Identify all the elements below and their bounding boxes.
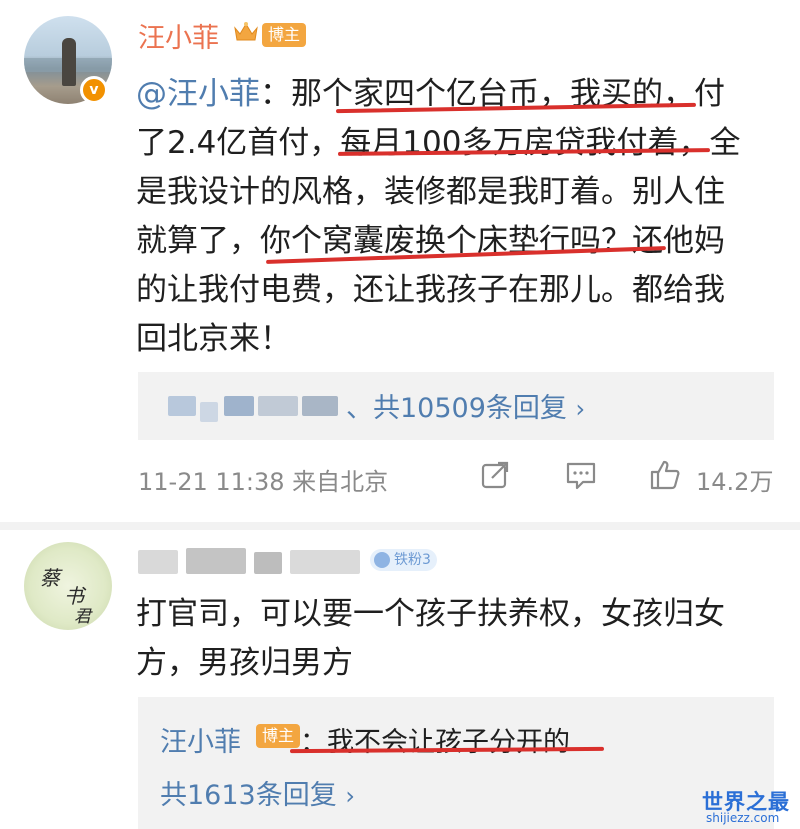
comment-line-1: 打官司，可以要一个孩子扶养权，女孩归女 bbox=[136, 596, 725, 632]
post-source: 来自北京 bbox=[292, 468, 389, 496]
blurred-names bbox=[138, 550, 178, 574]
comment-text: 打官司，可以要一个孩子扶养权，女孩归女 方，男孩归男方 bbox=[136, 590, 786, 688]
sub-reply-author-tag: 博主 bbox=[256, 724, 301, 748]
fan-badge-icon bbox=[374, 552, 390, 568]
commenter-avatar[interactable]: 蔡 书 君 bbox=[24, 542, 112, 630]
blurred-names bbox=[254, 552, 282, 574]
like-count: 14.2万 bbox=[696, 468, 774, 496]
watermark-url: shijiezz.com bbox=[706, 811, 780, 825]
blurred-names bbox=[302, 396, 338, 416]
like-icon[interactable] bbox=[648, 458, 682, 492]
post-line-3: 是我设计的风格，装修都是我盯着。别人住 bbox=[136, 174, 725, 210]
post-text: @汪小菲：那个家四个亿台币，我买的，付 了2.4亿首付，每月100多万房贷我付着… bbox=[136, 70, 786, 364]
crown-icon bbox=[234, 22, 258, 41]
post-meta: 11-21 11:38 来自北京 bbox=[138, 462, 388, 497]
avatar-handwriting: 君 bbox=[74, 607, 91, 627]
blurred-names bbox=[224, 396, 254, 416]
post-line-4: 就算了，你个窝囊废换个床垫行吗？还他妈 bbox=[136, 223, 725, 259]
fan-level-badge: 铁粉3 bbox=[370, 549, 437, 571]
avatar-figure bbox=[62, 38, 76, 86]
avatar-handwriting: 蔡 bbox=[40, 566, 60, 590]
verified-icon: v bbox=[80, 76, 108, 104]
blurred-names bbox=[168, 396, 196, 416]
author-name[interactable]: 汪小菲 bbox=[138, 16, 219, 55]
share-icon[interactable] bbox=[478, 458, 512, 492]
sub-reply-count-text: 共1613条回复 bbox=[160, 780, 337, 811]
blurred-names bbox=[200, 402, 218, 422]
fan-badge-text: 铁粉3 bbox=[394, 552, 431, 568]
reply-count-text: 、共10509条回复 bbox=[346, 393, 567, 424]
sub-reply-author[interactable]: 汪小菲 bbox=[160, 720, 241, 759]
post-line-2: 了2.4亿首付，每月100多万房贷我付着，全 bbox=[136, 125, 741, 161]
chevron-right-icon: › bbox=[345, 782, 355, 810]
comment-line-2: 方，男孩归男方 bbox=[136, 645, 353, 681]
sub-reply-text: ：我不会让孩子分开的 bbox=[300, 727, 570, 758]
author-tag: 博主 bbox=[262, 23, 307, 47]
post-timestamp: 11-21 11:38 bbox=[138, 468, 285, 496]
post-line-1: @汪小菲：那个家四个亿台币，我买的，付 bbox=[136, 70, 786, 119]
blurred-names bbox=[186, 548, 246, 574]
blurred-names bbox=[290, 550, 360, 574]
sub-reply-count-link[interactable]: 共1613条回复 › bbox=[160, 773, 355, 812]
reply-count-link[interactable]: 、共10509条回复 › bbox=[346, 386, 585, 425]
weibo-post: v 汪小菲 博主 @汪小菲：那个家四个亿台币，我买的，付 了2.4亿首付，每月1… bbox=[0, 0, 800, 522]
site-watermark: 世界之最 shijiezz.com bbox=[702, 786, 798, 828]
chevron-right-icon: › bbox=[575, 395, 586, 423]
blurred-commenter-name[interactable] bbox=[138, 546, 364, 578]
comment-icon[interactable] bbox=[564, 458, 598, 492]
post-line-6: 回北京来！ bbox=[136, 321, 291, 357]
mention-link[interactable]: @汪小菲 bbox=[136, 76, 260, 112]
post-line-5: 的让我付电费，还让我孩子在那儿。都给我 bbox=[136, 272, 725, 308]
section-divider bbox=[0, 522, 800, 530]
blurred-names bbox=[258, 396, 298, 416]
